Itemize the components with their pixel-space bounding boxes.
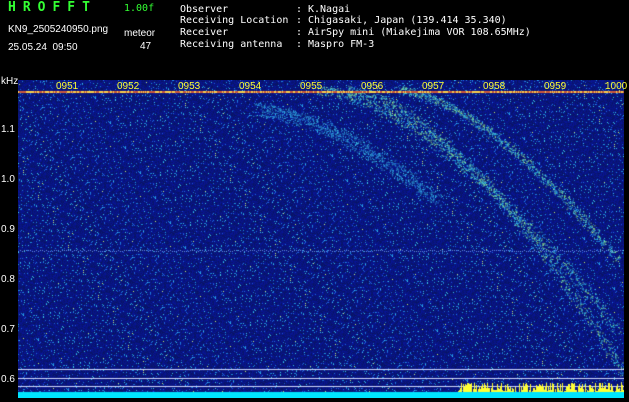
time-tick-label: 0952: [117, 81, 140, 92]
meteor-label: meteor: [124, 28, 156, 39]
antenna-value: Maspro FM-3: [308, 39, 375, 50]
time-tick-label: 0955: [300, 81, 323, 92]
time-tick-label: 0957: [422, 81, 445, 92]
y-tick-label: 0.9: [1, 224, 15, 235]
receiver-colon: :: [296, 27, 303, 38]
file-name: KN9_2505240950.png: [8, 24, 109, 35]
antenna-colon: :: [296, 39, 303, 50]
time-tick-label: 0959: [544, 81, 567, 92]
y-tick-label: 0.6: [1, 374, 15, 385]
header-panel: HROFFT 1.00f KN9_2505240950.png meteor 4…: [0, 0, 629, 87]
receiver-value: AirSpy mini (Miakejima VOR 108.65MHz): [308, 27, 531, 38]
antenna-label: Receiving antenna: [180, 39, 283, 50]
time-tick-label: 0954: [239, 81, 262, 92]
time-axis-labels: 0951 0952 0953 0954 0955 0956 0957 0958 0959 1000: [18, 80, 628, 94]
time-tick-label: 1000: [605, 81, 628, 92]
y-tick-label: 1.1: [1, 124, 15, 135]
time-tick-label: 0951: [56, 81, 79, 92]
location-colon: :: [296, 15, 303, 26]
y-axis-labels: 1.1 1.0 0.9 0.8 0.7 0.6: [0, 80, 18, 398]
observer-value: K.Nagai: [308, 4, 351, 15]
receiver-label: Receiver: [180, 27, 229, 38]
time-tick-label: 0956: [361, 81, 384, 92]
time-tick-label: 0953: [178, 81, 201, 92]
meteor-count: 47: [140, 41, 152, 52]
y-tick-label: 0.8: [1, 274, 15, 285]
y-tick-label: 0.7: [1, 324, 15, 335]
location-value: Chigasaki, Japan (139.414 35.340): [308, 15, 507, 26]
time-tick-label: 0958: [483, 81, 506, 92]
observer-colon: :: [296, 4, 303, 15]
app-version: 1.00f: [124, 3, 155, 14]
date-time: 25.05.24 09:50: [8, 42, 78, 53]
app-title: HROFFT: [8, 0, 97, 15]
observer-label: Observer: [180, 4, 229, 15]
spectrogram-panel: 0951 0952 0953 0954 0955 0956 0957 0958 0959 1000: [18, 80, 628, 398]
y-tick-label: 1.0: [1, 174, 15, 185]
spectrogram-canvas: [18, 80, 624, 398]
location-label: Receiving Location: [180, 15, 289, 26]
